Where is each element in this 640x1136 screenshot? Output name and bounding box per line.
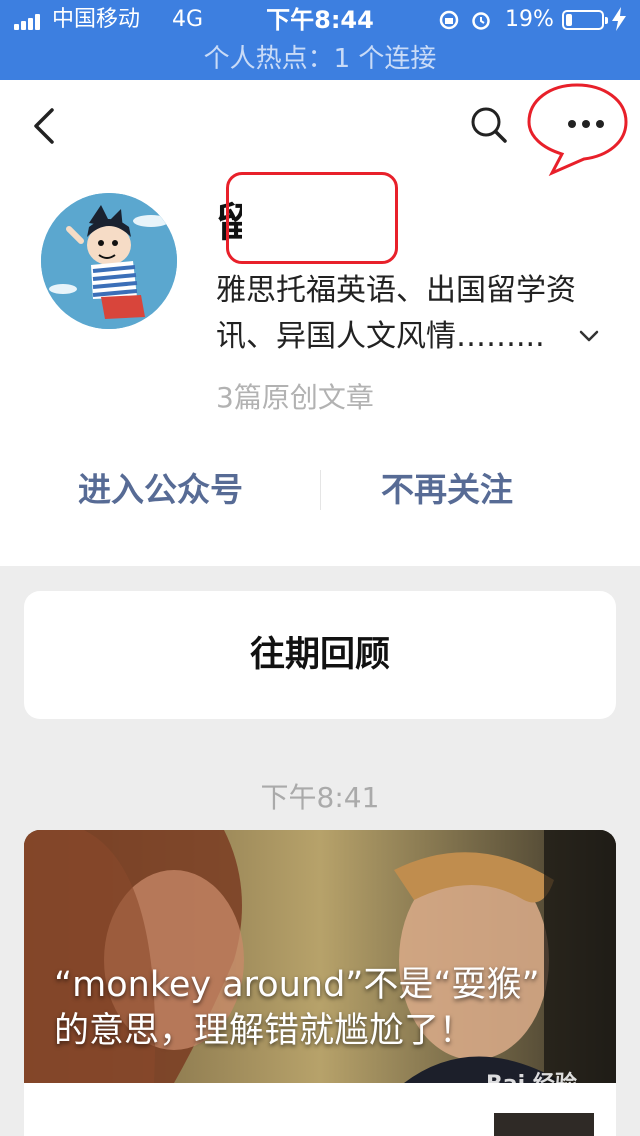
article-title: “monkey around”不是“耍猴” 的意思，理解错就尴尬了！	[54, 962, 594, 1054]
annotation-redaction-box	[226, 172, 398, 264]
watermark-url: jingyan.baidu.com	[486, 1098, 597, 1112]
article-title-line-1: “monkey around”不是“耍猴”	[54, 965, 540, 1005]
baidu-watermark: Bai 经验 jingyan.baidu.com	[486, 1066, 616, 1126]
original-article-count[interactable]: 3篇原创文章	[216, 378, 374, 418]
history-label: 往期回顾	[249, 635, 390, 675]
enter-account-button[interactable]: 进入公众号	[78, 460, 243, 520]
annotation-bubble	[527, 83, 628, 176]
battery-percent: 19%	[505, 7, 554, 32]
article-cover-image[interactable]: “monkey around”不是“耍猴” 的意思，理解错就尴尬了！	[24, 830, 616, 1083]
description-line-1: 雅思托福英语、出国留学资	[216, 273, 576, 308]
history-card[interactable]: 往期回顾	[24, 591, 616, 719]
status-row: 中国移动 4G 下午8:44 19%	[0, 0, 640, 40]
avatar[interactable]	[41, 193, 177, 329]
search-icon	[471, 107, 507, 143]
charging-icon	[612, 7, 626, 38]
unfollow-button[interactable]: 不再关注	[381, 460, 513, 520]
feed-timestamp: 下午8:41	[260, 781, 380, 814]
description-line-2: 讯、异国人文风情……...	[216, 319, 545, 354]
chevron-down-icon[interactable]	[578, 325, 600, 347]
battery-icon	[562, 10, 608, 30]
hotspot-banner[interactable]: 个人热点：1 个连接	[0, 40, 640, 80]
search-button[interactable]	[466, 102, 510, 146]
profile-actions: 进入公众号 不再关注	[0, 460, 640, 520]
status-bar: 中国移动 4G 下午8:44 19% 个人热点：1 个连接	[0, 0, 640, 80]
watermark-brand: Bai 经验	[486, 1072, 577, 1097]
back-icon	[34, 108, 54, 144]
action-divider	[320, 470, 321, 510]
back-button[interactable]	[26, 106, 66, 146]
rotation-lock-icon	[438, 9, 460, 35]
alarm-icon	[470, 9, 492, 35]
account-description[interactable]: 雅思托福英语、出国留学资 讯、异国人文风情……...	[216, 268, 604, 360]
account-profile: 留 雅思托福英语、出国留学资 讯、异国人文风情……... 3篇原创文章 进入公众…	[0, 80, 640, 566]
article-title-line-2: 的意思，理解错就尴尬了！	[54, 1011, 475, 1051]
